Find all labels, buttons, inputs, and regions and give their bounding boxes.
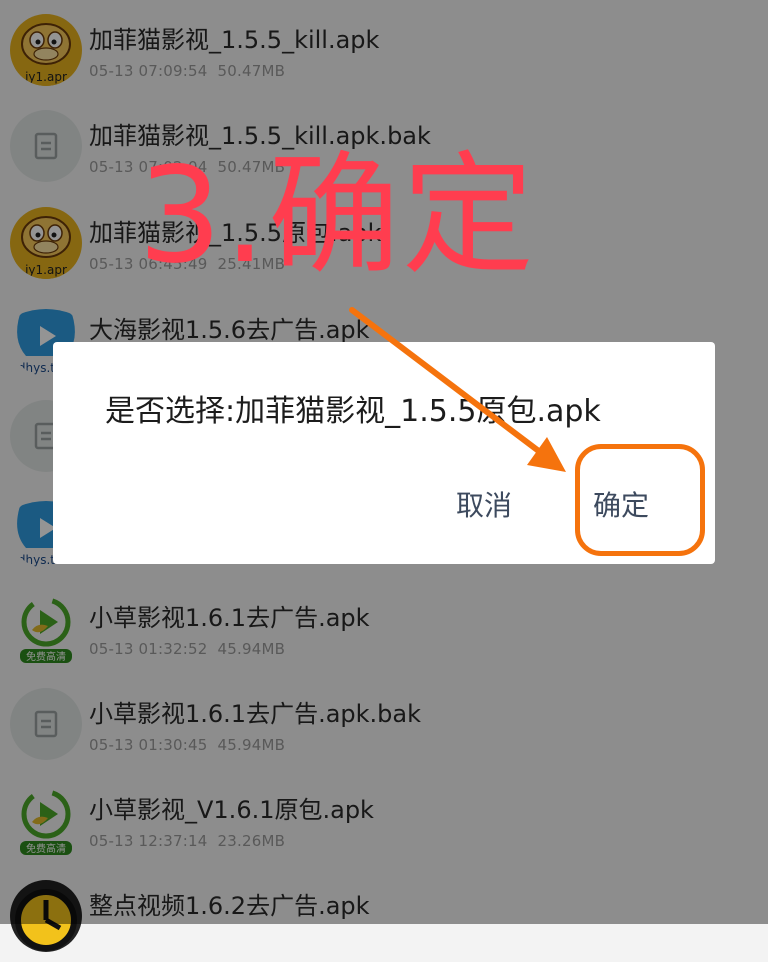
annotation-highlight-box (575, 444, 705, 556)
